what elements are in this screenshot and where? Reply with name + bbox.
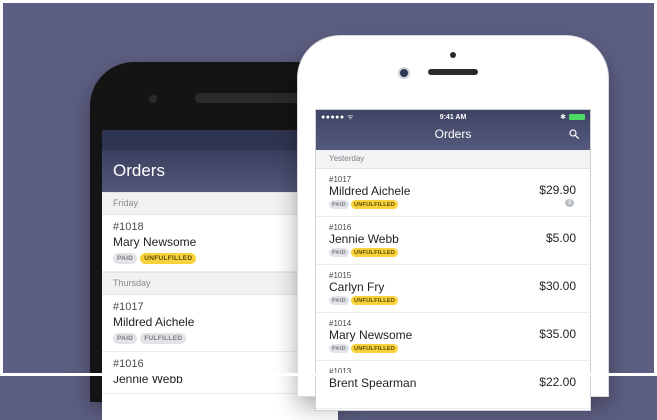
- order-row[interactable]: #1013 Brent Spearman $22.00: [316, 361, 590, 409]
- customer-name: Jennie Webb: [329, 232, 399, 246]
- android-speaker: [195, 93, 315, 103]
- payment-status-badge: PAID: [329, 248, 349, 257]
- iphone-page-title: Orders: [434, 127, 472, 141]
- iphone: ●●●●● ᯤ 9:41 AM ✱ Orders Yesterday #1017…: [298, 36, 608, 411]
- section-header-yesterday: Yesterday: [316, 150, 590, 169]
- order-row[interactable]: #1015 Carlyn Fry PAID UNFULFILLED $30.00: [316, 265, 590, 313]
- order-number: #1017: [113, 301, 144, 313]
- iphone-camera: [400, 69, 408, 77]
- payment-status-badge: PAID: [329, 200, 349, 209]
- fulfillment-status-badge: UNFULFILLED: [350, 248, 399, 257]
- order-number: #1016: [329, 223, 352, 232]
- order-row[interactable]: #1014 Mary Newsome PAID UNFULFILLED $35.…: [316, 313, 590, 361]
- fulfillment-status-badge: UNFULFILLED: [140, 253, 197, 264]
- android-camera: [149, 95, 157, 103]
- fulfillment-status-badge: FULFILLED: [140, 333, 187, 344]
- order-number: #1016: [113, 358, 144, 370]
- ios-status-bar: ●●●●● ᯤ 9:41 AM ✱: [316, 110, 590, 124]
- payment-status-badge: PAID: [113, 253, 138, 264]
- iphone-sensor: [450, 52, 456, 58]
- fulfillment-status-badge: UNFULFILLED: [350, 296, 399, 305]
- order-total: $35.00: [539, 327, 576, 341]
- order-row[interactable]: #1016 Jennie Webb PAID UNFULFILLED $5.00: [316, 217, 590, 265]
- iphone-nav-bar: ●●●●● ᯤ 9:41 AM ✱ Orders: [316, 110, 590, 150]
- iphone-screen: ●●●●● ᯤ 9:41 AM ✱ Orders Yesterday #1017…: [315, 109, 591, 411]
- signal-wifi-indicator: ●●●●● ᯤ: [321, 113, 354, 121]
- payment-status-badge: PAID: [329, 296, 349, 305]
- order-total: $30.00: [539, 279, 576, 293]
- bluetooth-icon: ✱: [560, 114, 566, 121]
- order-number: #1018: [113, 221, 144, 233]
- order-total: $5.00: [545, 231, 576, 245]
- android-page-title: Orders: [113, 161, 165, 180]
- payment-status-badge: PAID: [329, 344, 349, 353]
- customer-name: Jennie Webb: [113, 372, 183, 386]
- order-row[interactable]: #1017 Mildred Aichele PAID UNFULFILLED $…: [316, 169, 590, 217]
- order-total: $22.00: [539, 375, 576, 389]
- battery-icon: [569, 114, 585, 120]
- search-icon[interactable]: [569, 129, 579, 139]
- payment-status-badge: PAID: [113, 333, 138, 344]
- fulfillment-status-badge: UNFULFILLED: [350, 344, 399, 353]
- comment-icon: 3: [565, 199, 574, 207]
- iphone-speaker: [428, 69, 478, 75]
- customer-name: Mildred Aichele: [113, 315, 195, 329]
- customer-name: Mary Newsome: [113, 235, 197, 249]
- order-total: $29.90: [539, 183, 576, 197]
- status-time: 9:41 AM: [439, 113, 467, 121]
- fulfillment-status-badge: UNFULFILLED: [350, 200, 399, 209]
